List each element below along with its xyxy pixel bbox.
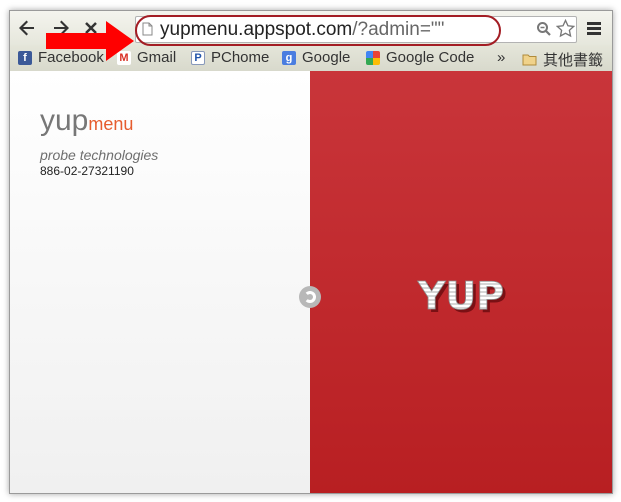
tagline: probe technologies	[40, 147, 159, 163]
logo-text: YUP	[417, 274, 504, 317]
bookmark-label: PChome	[211, 49, 270, 66]
brand-menu: menu	[88, 114, 134, 134]
browser-window: yupmenu.appspot.com/?admin="" f Facebook …	[9, 10, 613, 494]
annotation-arrow-icon	[46, 21, 134, 61]
back-icon[interactable]	[16, 17, 38, 39]
facebook-icon: f	[18, 50, 32, 65]
phone-number: 886-02-27321190	[40, 164, 134, 178]
pchome-icon: P	[191, 50, 205, 65]
loading-spinner-icon	[299, 286, 321, 308]
brand-logo: yupmenu	[40, 104, 133, 138]
star-icon[interactable]	[555, 18, 576, 43]
bookmark-google[interactable]: g Google	[282, 49, 350, 66]
bookmark-google-code[interactable]: Google Code	[366, 49, 474, 66]
google-icon: g	[282, 50, 296, 65]
folder-icon	[522, 53, 537, 66]
menu-icon[interactable]	[583, 17, 605, 39]
url-highlight-annotation	[135, 15, 501, 46]
other-bookmarks-folder[interactable]: 其他書籤	[522, 49, 603, 70]
bookmarks-overflow-button[interactable]: »	[497, 49, 505, 66]
bookmark-label: Google	[302, 49, 351, 66]
left-panel: yupmenu probe technologies 886-02-273211…	[10, 71, 310, 493]
bookmark-label: Gmail	[137, 49, 177, 66]
google-code-icon	[366, 50, 380, 65]
overflow-label: »	[497, 49, 506, 66]
yup-logo: YUP YUP	[416, 274, 507, 317]
bookmark-pchome[interactable]: P PChome	[191, 49, 269, 66]
zoom-icon[interactable]	[536, 21, 552, 42]
bookmark-label: Google Code	[386, 49, 475, 66]
other-bookmarks-label: 其他書籤	[543, 52, 604, 69]
brand-yup: yup	[40, 104, 89, 137]
